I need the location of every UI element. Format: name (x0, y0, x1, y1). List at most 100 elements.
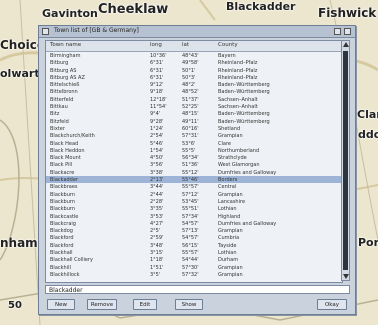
cell-long: 3°56' (150, 162, 164, 169)
cell-long: 1°18' (150, 257, 164, 264)
cell-lat: 54°57' (182, 220, 199, 227)
table-row[interactable]: Blackburn 2°44' 57°12' Grampian (46, 191, 342, 198)
scrollbar-thumb[interactable] (343, 51, 348, 270)
cell-long: 2°5' (150, 228, 161, 235)
table-row[interactable]: Bitburg AS AZ 6°31' 50°3' Rheinland–Pfalz (46, 74, 342, 81)
cell-county: Durham (218, 257, 239, 264)
table-row[interactable]: Black Heddon 1°54' 55°5' Northumberland (46, 147, 342, 154)
cell-long: 2°28' (150, 198, 164, 205)
cell-lat: 54°57' (182, 235, 199, 242)
cell-lat: 60°16' (182, 125, 199, 132)
map-label-ddo: ddo (358, 128, 378, 141)
cell-town-name: Blackburn (50, 191, 76, 198)
cell-county: Baden–Württemberg (218, 82, 270, 89)
remove-button[interactable]: Remove (87, 299, 117, 310)
collapse-box-icon[interactable] (344, 28, 351, 35)
cell-long: 4°50' (150, 155, 164, 162)
table-row[interactable]: Bitburg AS 6°31' 50°1' Rheinland–Pfalz (46, 67, 342, 74)
title-bar[interactable]: Town list of [GB & Germany] (39, 26, 355, 38)
cell-town-name: Bixter (50, 125, 65, 132)
town-table: Town name long lat County Birmingham 10°3… (45, 40, 343, 283)
table-row[interactable]: Blackbraes 3°44' 55°57' Central (46, 183, 342, 190)
cell-lat: 57°12' (182, 191, 199, 198)
cell-long: 3°48' (150, 242, 164, 249)
cell-county: Sachsen–Anhalt (218, 96, 258, 103)
table-row[interactable]: Bittelbronn 9°18' 48°52' Baden–Württemberg (46, 88, 342, 95)
map-label-blackadder: Blackadder (226, 0, 296, 13)
table-row[interactable]: Blackhall 3°15' 55°57' Lothian (46, 249, 342, 256)
table-row[interactable]: Bitburg 6°31' 49°58' Rheinland–Pfalz (46, 59, 342, 66)
column-header-town-name[interactable]: Town name (50, 42, 81, 48)
table-row[interactable]: Blackadder 2°13' 55°46' Borders (46, 176, 342, 184)
cell-lat: 48°2' (182, 82, 196, 89)
table-row[interactable]: Blackhall Colliery 1°18' 54°44' Durham (46, 256, 342, 263)
cell-town-name: Blackcraig (50, 220, 76, 227)
table-row[interactable]: Black Mount 4°50' 56°34' Strathclyde (46, 154, 342, 161)
cell-county: Strathclyde (218, 155, 247, 162)
cell-lat: 57°30' (182, 264, 199, 271)
column-header-county[interactable]: County (218, 42, 238, 48)
zoom-box-icon[interactable] (334, 28, 341, 35)
cell-long: 3°38' (150, 169, 164, 176)
table-row[interactable]: Bitzfeld 9°28' 49°11' Baden–Württemberg (46, 118, 342, 125)
cell-county: Borders (218, 177, 238, 184)
cell-lat: 48°43' (182, 53, 199, 59)
column-header-lat[interactable]: lat (182, 42, 189, 48)
table-row[interactable]: Bitterfeld 12°18' 51°37' Sachsen–Anhalt (46, 96, 342, 103)
table-row[interactable]: Blackchurch/Keith 2°54' 57°31' Grampian (46, 132, 342, 139)
table-row[interactable]: Black Head 5°46' 53°6' Clare (46, 140, 342, 147)
table-row[interactable]: Blackhill 1°51' 57°30' Grampian (46, 264, 342, 271)
edit-button[interactable]: Edit (133, 299, 157, 310)
table-row[interactable]: Blackburn 3°35' 55°51' Lothian (46, 205, 342, 212)
table-row[interactable]: Bittkau 11°54' 52°25' Sachsen–Anhalt (46, 103, 342, 110)
cell-county: Dumfries and Galloway (218, 220, 277, 227)
map-label-pore: Pore (358, 236, 378, 249)
cell-lat: 57°31' (182, 133, 199, 140)
map-label-fishwick: Fishwick (318, 6, 377, 20)
cell-town-name: Blackadder (50, 177, 78, 184)
table-row[interactable]: Blackcraig 4°27' 54°57' Dumfries and Gallow… (46, 220, 342, 227)
table-row[interactable]: Blackford 2°59' 54°57' Cumbria (46, 234, 342, 241)
scroll-down-arrow-icon[interactable] (343, 274, 349, 279)
cell-town-name: Blackcastle (50, 213, 79, 220)
map-label-cheeklaw: Cheeklaw (98, 2, 169, 17)
cell-county: Northumberland (218, 147, 260, 154)
cell-county: Sachsen–Anhalt (218, 104, 258, 111)
cell-long: 9°12' (150, 82, 164, 89)
cell-lat: 50°1' (182, 67, 196, 74)
cell-lat: 55°5' (182, 147, 196, 154)
table-row[interactable]: Blackdog 2°5' 57°13' Grampian (46, 227, 342, 234)
vertical-scrollbar[interactable] (341, 40, 350, 281)
show-button[interactable]: Show (175, 299, 203, 310)
cell-lat: 55°12' (182, 169, 199, 176)
cell-town-name: Blackhall Colliery (50, 257, 93, 264)
cell-town-name: Black Head (50, 140, 79, 147)
close-box-icon[interactable] (42, 28, 49, 35)
table-row[interactable]: Blackhillock 3°5' 57°32' Grampian (46, 271, 342, 278)
cell-county: Grampian (218, 264, 243, 271)
table-row[interactable]: Bixter 1°24' 60°16' Shetland (46, 125, 342, 132)
cell-town-name: Blackhall (50, 250, 73, 257)
column-header-long[interactable]: long (150, 42, 162, 48)
cell-long: 6°31' (150, 60, 164, 67)
table-row[interactable]: Blackcastle 3°53' 57°34' Highland (46, 213, 342, 220)
new-button[interactable]: New (47, 299, 75, 310)
table-row[interactable]: Bittelschieß 9°12' 48°2' Baden–Württemberg (46, 81, 342, 88)
search-input[interactable]: Blackadder (45, 285, 350, 294)
cell-county: Baden–Württemberg (218, 89, 270, 96)
okay-button[interactable]: Okay (317, 299, 347, 310)
cell-long: 2°13' (150, 177, 164, 184)
cell-county: Lancashire (218, 198, 246, 205)
scroll-up-arrow-icon[interactable] (343, 42, 349, 47)
cell-county: Grampian (218, 133, 243, 140)
table-row[interactable]: Bitz 9°4' 48°15' Baden–Württemberg (46, 110, 342, 117)
table-row[interactable]: Blackford 3°48' 56°15' Tayside (46, 242, 342, 249)
cell-county: Grampian (218, 191, 243, 198)
cell-county: Rheinland–Pfalz (218, 60, 258, 67)
table-row[interactable]: Birmingham 10°36' 48°43' Bayern (46, 52, 342, 59)
cell-lat: 55°57' (182, 184, 199, 191)
table-row[interactable]: Blackburn 2°28' 53°45' Lancashire (46, 198, 342, 205)
table-row[interactable]: Blackacre 3°38' 55°12' Dumfries and Gallowa… (46, 169, 342, 176)
table-row[interactable]: Black Pill 3°56' 51°36' West Glamorgan (46, 161, 342, 168)
cell-town-name: Bitburg AS (50, 67, 77, 74)
